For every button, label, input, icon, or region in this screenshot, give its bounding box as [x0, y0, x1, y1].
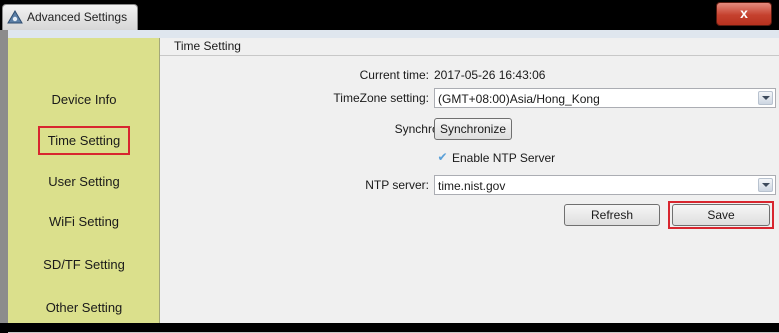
- current-time-value: 2017-05-26 16:43:06: [434, 68, 546, 82]
- close-icon: x: [740, 5, 748, 21]
- group-title: Time Setting: [174, 39, 241, 53]
- save-button[interactable]: Save: [672, 204, 770, 226]
- timezone-value: (GMT+08:00)Asia/Hong_Kong: [438, 92, 600, 106]
- save-button-label: Save: [707, 208, 735, 222]
- current-time-label: Current time:: [359, 68, 429, 82]
- enable-ntp-label: Enable NTP Server: [452, 151, 556, 165]
- sidebar: Device Info Time Setting User Setting Wi…: [8, 38, 160, 323]
- sidebar-item-label: Other Setting: [45, 300, 123, 315]
- close-button[interactable]: x: [716, 2, 772, 26]
- sidebar-item-time-setting[interactable]: Time Setting: [8, 126, 160, 155]
- group-header: Time Setting: [160, 38, 779, 56]
- synchronize-button-label: Synchronize: [439, 122, 507, 136]
- sidebar-item-label: User Setting: [48, 174, 120, 189]
- app-gear-icon: [7, 10, 23, 24]
- window-title: Advanced Settings: [27, 10, 128, 24]
- chevron-down-icon[interactable]: [758, 178, 773, 192]
- synchronize-button[interactable]: Synchronize: [434, 118, 512, 140]
- ntp-server-select[interactable]: time.nist.gov: [434, 175, 776, 195]
- timezone-label: TimeZone setting:: [333, 91, 429, 105]
- sidebar-item-label: WiFi Setting: [48, 214, 120, 229]
- title-bar: Advanced Settings x: [0, 0, 779, 30]
- enable-ntp-checkbox[interactable]: ✔: [436, 151, 449, 164]
- timezone-select[interactable]: (GMT+08:00)Asia/Hong_Kong: [434, 88, 776, 108]
- sidebar-item-other-setting[interactable]: Other Setting: [8, 300, 160, 315]
- chevron-down-icon[interactable]: [758, 91, 773, 105]
- checkmark-icon: ✔: [437, 150, 448, 164]
- settings-window: Device Info Time Setting User Setting Wi…: [0, 30, 779, 333]
- refresh-button-label: Refresh: [590, 208, 634, 222]
- time-setting-panel: Time Setting Current time: 2017-05-26 16…: [160, 38, 779, 323]
- sidebar-item-user-setting[interactable]: User Setting: [8, 174, 160, 189]
- sidebar-item-label: Device Info: [51, 92, 117, 107]
- sidebar-item-wifi-setting[interactable]: WiFi Setting: [8, 214, 160, 229]
- sidebar-item-sd-tf-setting[interactable]: SD/TF Setting: [8, 257, 160, 272]
- ntp-server-value: time.nist.gov: [438, 179, 506, 193]
- sidebar-item-label: SD/TF Setting: [43, 257, 125, 272]
- window-frame-left: [0, 30, 8, 323]
- window-title-tab: Advanced Settings: [2, 4, 138, 30]
- ntp-server-label: NTP server:: [365, 178, 429, 192]
- refresh-button[interactable]: Refresh: [564, 204, 660, 226]
- sidebar-item-device-info[interactable]: Device Info: [8, 92, 160, 107]
- sidebar-item-label: Time Setting: [37, 126, 131, 155]
